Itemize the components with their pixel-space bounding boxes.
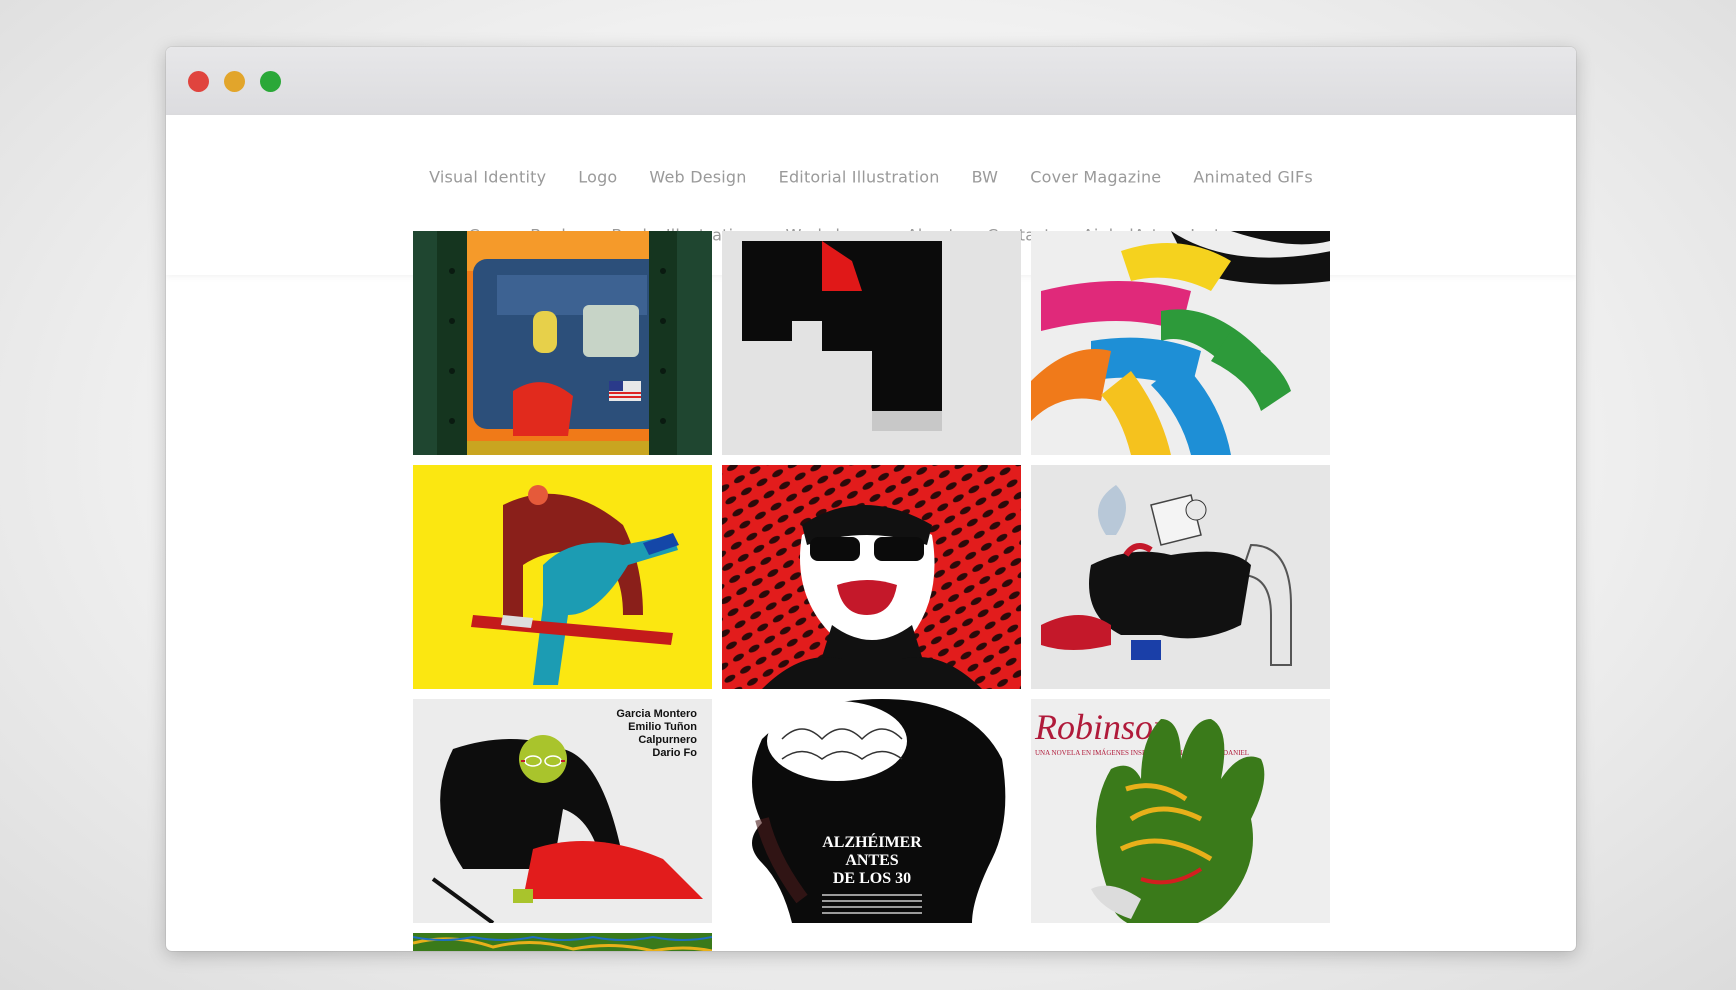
minimize-button[interactable] xyxy=(224,71,245,92)
nav-link-cover-magazine[interactable]: Cover Magazine xyxy=(1030,168,1161,187)
nav-link-logo[interactable]: Logo xyxy=(578,168,617,187)
jungle-partial-image xyxy=(413,933,712,951)
tile-hurdling-figure[interactable] xyxy=(413,465,712,689)
nav-link-bw[interactable]: BW xyxy=(972,168,999,187)
logo-mark-image xyxy=(722,231,1021,455)
tile-alzheimer-cover[interactable]: ALZHÉIMER ANTES DE LOS 30 xyxy=(722,699,1021,923)
tile-colorful-ribbons[interactable] xyxy=(1031,231,1330,455)
headline-line-2: ANTES xyxy=(845,852,898,869)
maximize-button[interactable] xyxy=(260,71,281,92)
credit-line-1: Garcia Montero xyxy=(616,708,697,720)
headline-line-1: ALZHÉIMER xyxy=(822,832,922,851)
headline-line-3: DE LOS 30 xyxy=(833,870,911,887)
nav-row-1: Visual Identity Logo Web Design Editoria… xyxy=(166,168,1576,187)
alzheimer-cover-image: ALZHÉIMER ANTES DE LOS 30 xyxy=(722,699,1021,923)
sunglasses-portrait-image xyxy=(722,465,1021,689)
browser-window: Visual Identity Logo Web Design Editoria… xyxy=(166,47,1576,951)
window-titlebar xyxy=(166,47,1576,116)
colorful-ribbons-image xyxy=(1031,231,1330,455)
close-button[interactable] xyxy=(188,71,209,92)
nav-link-editorial-illustration[interactable]: Editorial Illustration xyxy=(779,168,940,187)
subway-train-image xyxy=(413,231,712,455)
tile-sunglasses-portrait[interactable] xyxy=(722,465,1021,689)
credit-line-2: Emilio Tuñon xyxy=(628,721,697,733)
nav-link-web-design[interactable]: Web Design xyxy=(649,168,746,187)
tile-subway-train[interactable] xyxy=(413,231,712,455)
nav-link-visual-identity[interactable]: Visual Identity xyxy=(429,168,546,187)
tile-theatre-poster[interactable]: Garcia Montero Emilio Tuñon Calpurnero D… xyxy=(413,699,712,923)
hurdling-figure-image xyxy=(413,465,712,689)
robinson-cover-image: Robinson UNA NOVELA EN IMÁGENES INSPIRAD… xyxy=(1031,699,1330,923)
tile-robinson-cover[interactable]: Robinson UNA NOVELA EN IMÁGENES INSPIRAD… xyxy=(1031,699,1330,923)
credit-line-4: Dario Fo xyxy=(652,747,697,759)
theatre-poster-image: Garcia Montero Emilio Tuñon Calpurnero D… xyxy=(413,699,712,923)
tile-jungle-partial[interactable] xyxy=(413,933,712,951)
tile-logo-mark[interactable] xyxy=(722,231,1021,455)
tile-reader-armchair[interactable] xyxy=(1031,465,1330,689)
reader-armchair-image xyxy=(1031,465,1330,689)
nav-link-animated-gifs[interactable]: Animated GIFs xyxy=(1193,168,1313,187)
credit-line-3: Calpurnero xyxy=(638,734,697,746)
